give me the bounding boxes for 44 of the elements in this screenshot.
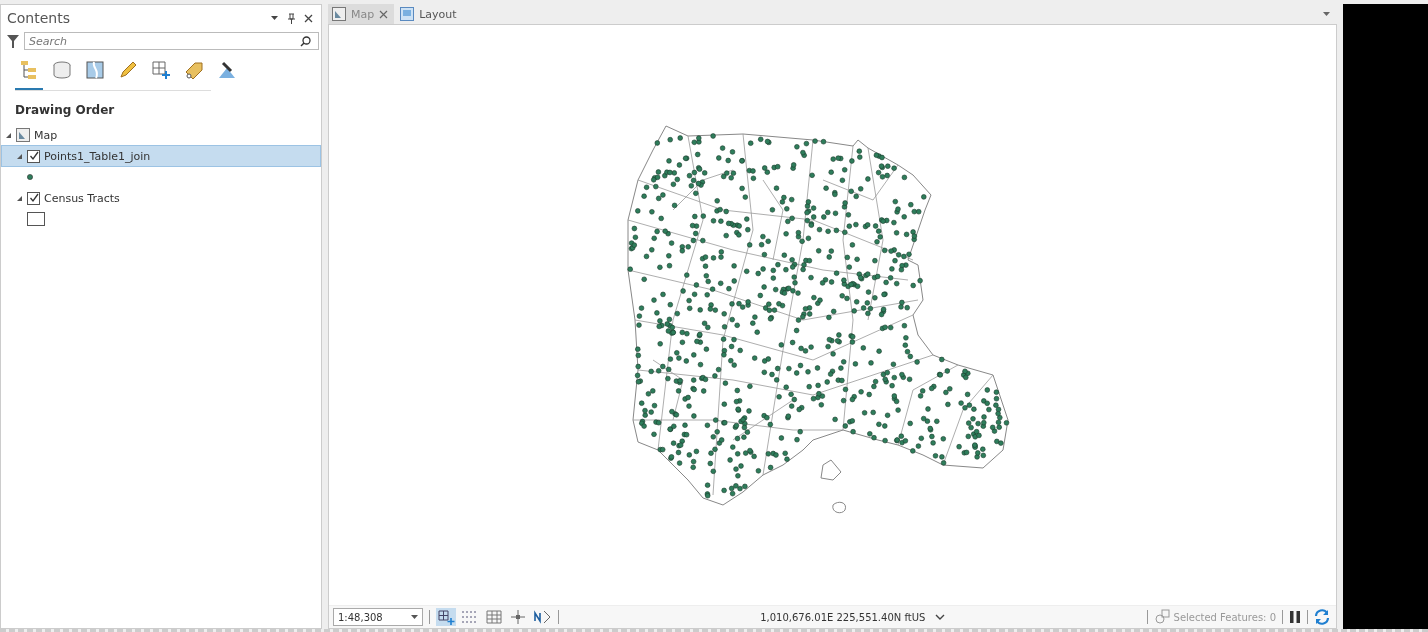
cylinder-icon <box>52 60 72 80</box>
dropdown-icon[interactable] <box>1322 11 1331 17</box>
triangle-icon <box>217 60 237 80</box>
selected-features-text: Selected Features: 0 <box>1173 611 1276 623</box>
layer-row[interactable]: Points1_Table1_join <box>1 145 321 167</box>
map-label[interactable]: Map <box>34 128 58 142</box>
dropdown-icon[interactable] <box>270 15 279 21</box>
section-heading: Drawing Order <box>14 102 116 119</box>
search-icon[interactable] <box>300 36 311 47</box>
expand-icon[interactable] <box>16 152 23 160</box>
layer-checkbox[interactable] <box>27 149 40 163</box>
search-field[interactable]: Search <box>24 32 319 50</box>
filter-icon[interactable] <box>7 34 19 48</box>
close-icon[interactable] <box>304 13 313 23</box>
drawing-order-tab[interactable] <box>15 58 43 90</box>
north-arrow-icon[interactable] <box>532 608 552 626</box>
expand-icon[interactable] <box>5 131 12 139</box>
grid-plus-icon[interactable] <box>436 608 456 626</box>
crosshair-icon[interactable] <box>508 608 528 626</box>
layer-row[interactable]: Census Tracts <box>1 187 321 209</box>
expand-icon[interactable] <box>16 194 23 202</box>
point-symbol-icon <box>27 174 33 180</box>
coordinates-text: 1,010,676.01E 225,551.40N ftUS <box>760 611 926 623</box>
chevron-icon[interactable] <box>935 613 946 621</box>
tag-icon <box>184 60 204 80</box>
pause-icon[interactable] <box>1289 610 1301 624</box>
zoom-selection-icon[interactable] <box>1153 609 1170 625</box>
caret-icon[interactable] <box>411 614 418 620</box>
map-icon <box>332 7 346 21</box>
pane-title: Contents <box>7 10 71 26</box>
layers-list-icon <box>19 60 39 80</box>
scale-dropdown[interactable]: 1:48,308 <box>333 608 423 626</box>
pin-icon[interactable] <box>287 12 296 24</box>
map-icon <box>16 128 30 142</box>
view-tab[interactable]: Layout <box>396 4 463 24</box>
table-icon[interactable] <box>484 608 504 626</box>
pencil-icon <box>118 60 138 80</box>
grid-plus-icon <box>151 60 171 80</box>
layout-icon <box>400 7 415 21</box>
map-page-icon <box>85 60 105 80</box>
layer-checkbox[interactable] <box>27 191 40 205</box>
close-icon[interactable] <box>379 9 389 19</box>
refresh-icon[interactable] <box>1314 609 1330 625</box>
polygon-symbol-icon <box>27 212 45 226</box>
